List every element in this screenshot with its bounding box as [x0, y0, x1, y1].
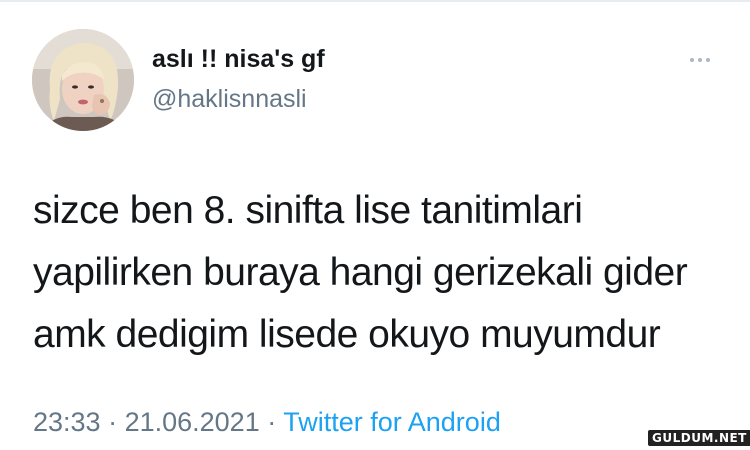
- tweet-time[interactable]: 23:33: [33, 407, 101, 437]
- tweet-text: sizce ben 8. sinifta lise tanitimlari ya…: [33, 180, 733, 366]
- meta-separator: ·: [100, 407, 125, 437]
- more-options-button[interactable]: [678, 48, 722, 72]
- ellipsis-icon: [706, 58, 710, 62]
- tweet-source-link[interactable]: Twitter for Android: [283, 407, 501, 437]
- user-handle[interactable]: @haklisnnasli: [152, 84, 307, 114]
- ellipsis-icon: [690, 58, 694, 62]
- ellipsis-icon: [698, 58, 702, 62]
- avatar[interactable]: [32, 29, 134, 131]
- tweet-card: aslı !! nisa's gf @haklisnnasli sizce be…: [0, 0, 750, 450]
- tweet-text-line: amk dedigim lisede okuyo muyumdur: [33, 313, 661, 356]
- meta-separator: ·: [259, 407, 284, 437]
- tweet-text-line: sizce ben 8. sinifta lise tanitimlari: [33, 189, 583, 232]
- tweet-date[interactable]: 21.06.2021: [125, 407, 260, 437]
- display-name[interactable]: aslı !! nisa's gf: [152, 44, 325, 74]
- avatar-image: [32, 29, 134, 131]
- tweet-metadata: 23:33 · 21.06.2021 · Twitter for Android: [33, 404, 501, 440]
- watermark: GULDUM.NET: [648, 430, 750, 446]
- tweet-text-line: yapilirken buraya hangi gerizekali gider: [33, 251, 688, 294]
